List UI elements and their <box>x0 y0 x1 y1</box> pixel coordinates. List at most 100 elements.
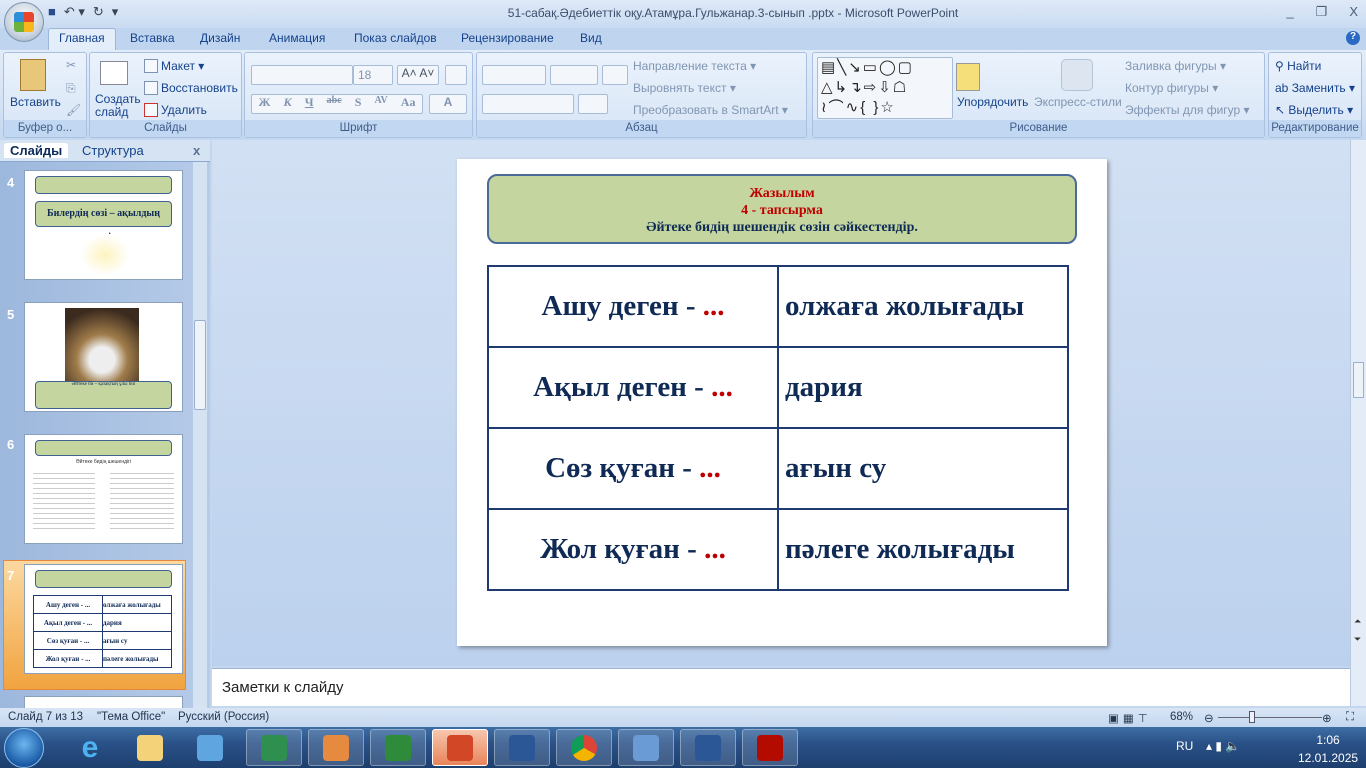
font-name-select[interactable] <box>251 65 353 85</box>
paste-button[interactable]: Вставить <box>10 95 61 109</box>
scroll-thumb[interactable] <box>194 320 206 410</box>
portrait-image <box>65 308 139 382</box>
table-cell-right[interactable]: дария <box>777 346 1069 429</box>
line-spacing-button[interactable] <box>602 65 628 85</box>
layout-button[interactable]: Макет ▾ <box>144 59 204 73</box>
table-cell-left[interactable]: Ашу деген - ... <box>487 265 779 348</box>
table-cell-left[interactable]: Жол қуған - ... <box>487 508 779 591</box>
bold-button[interactable]: Ж <box>259 95 271 113</box>
office-button[interactable] <box>4 2 44 42</box>
strike-button[interactable]: abc <box>327 95 342 113</box>
slides-pane-scrollbar[interactable] <box>193 162 207 708</box>
app-icon[interactable] <box>308 729 364 766</box>
new-slide-button[interactable]: Создать слайд <box>95 93 143 119</box>
table-cell-right[interactable]: олжаға жолығады <box>777 265 1069 348</box>
next-slide-button[interactable]: ⏷ <box>1354 634 1361 645</box>
tab-design[interactable]: Дизайн <box>200 31 240 45</box>
tab-slideshow[interactable]: Показ слайдов <box>354 31 437 45</box>
format-painter-icon[interactable]: 🖌 <box>66 103 81 117</box>
powerpoint-icon[interactable] <box>432 729 488 766</box>
zoom-slider[interactable] <box>1218 717 1322 718</box>
acrobat-icon[interactable] <box>742 729 798 766</box>
help-button[interactable]: ? <box>1346 31 1360 45</box>
zoom-slider-thumb[interactable] <box>1249 711 1255 723</box>
replace-button[interactable]: ab Заменить ▾ <box>1275 81 1355 95</box>
slide-thumb-6[interactable]: Әйтеке бидің шешендігі <box>24 434 183 544</box>
tab-review[interactable]: Рецензирование <box>461 31 554 45</box>
table-cell-right[interactable]: пәлеге жолығады <box>777 508 1069 591</box>
clock[interactable]: 1:06 12.01.2025 <box>1298 733 1358 765</box>
minimize-button[interactable]: _ <box>1286 4 1293 20</box>
zoom-out-button[interactable]: ⊖ <box>1204 711 1214 725</box>
tab-outline[interactable]: Структура <box>82 143 144 158</box>
shadow-button[interactable]: S <box>355 95 362 113</box>
close-pane-button[interactable]: x <box>193 143 200 158</box>
ie-icon[interactable]: e <box>62 729 118 766</box>
word-doc-icon[interactable] <box>494 729 550 766</box>
excel-icon[interactable] <box>370 729 426 766</box>
tray-icons[interactable]: ▴ ▮ 🔈 <box>1206 739 1240 753</box>
align-text-button[interactable]: Выровнять текст ▾ <box>633 81 736 95</box>
prev-slide-button[interactable]: ⏶ <box>1354 616 1361 627</box>
fit-window-button[interactable]: ⛶ <box>1346 711 1354 724</box>
indent-buttons[interactable] <box>550 65 598 85</box>
scroll-thumb[interactable] <box>1353 362 1364 398</box>
columns-button[interactable] <box>578 94 608 114</box>
task-header-box[interactable]: Жазылым 4 - тапсырма Әйтеке бидің шешенд… <box>487 174 1077 244</box>
hp-icon[interactable] <box>246 729 302 766</box>
quick-styles-button[interactable]: Экспресс-стили <box>1034 95 1122 109</box>
underline-button[interactable]: Ч <box>305 95 314 113</box>
delete-slide-button[interactable]: Удалить <box>144 103 207 117</box>
case-button[interactable]: Aa <box>401 95 416 113</box>
table-cell-left[interactable]: Ақыл деген - ... <box>487 346 779 429</box>
word-icon[interactable] <box>680 729 736 766</box>
shape-outline-button[interactable]: Контур фигуры ▾ <box>1125 81 1218 95</box>
font-color-button[interactable]: A <box>429 94 467 114</box>
tab-slides[interactable]: Слайды <box>4 143 69 158</box>
close-button[interactable]: X <box>1349 4 1358 20</box>
start-button[interactable] <box>4 728 44 768</box>
align-buttons[interactable] <box>482 94 574 114</box>
smartart-button[interactable]: Преобразовать в SmartArt ▾ <box>633 103 788 117</box>
tab-insert[interactable]: Вставка <box>130 31 175 45</box>
notes-pane[interactable]: Заметки к слайду <box>212 668 1350 706</box>
copy-icon[interactable]: ⎘ <box>66 81 76 96</box>
slide-thumb-7[interactable]: Ашу деген - ... олжаға жолығады Ақыл деге… <box>24 564 183 674</box>
zoom-in-button[interactable]: ⊕ <box>1322 711 1332 725</box>
restore-button[interactable]: ❐ <box>1316 4 1328 20</box>
zoom-level[interactable]: 68% <box>1170 711 1193 723</box>
media-player-icon[interactable] <box>182 729 238 766</box>
slide-scrollbar[interactable]: ⏶ ⏷ <box>1350 140 1366 706</box>
slide-canvas[interactable]: Жазылым 4 - тапсырма Әйтеке бидің шешенд… <box>457 159 1107 646</box>
find-button[interactable]: ⚲ Найти <box>1275 59 1321 73</box>
clear-format-button[interactable] <box>445 65 467 85</box>
spacing-button[interactable]: AV <box>375 95 388 113</box>
font-grow-shrink[interactable]: A˄ A˅ <box>397 65 439 85</box>
list-buttons[interactable] <box>482 65 546 85</box>
font-size-select[interactable]: 18 <box>353 65 393 85</box>
shape-fill-button[interactable]: Заливка фигуры ▾ <box>1125 59 1226 73</box>
table-cell-left[interactable]: Сөз қуған - ... <box>487 427 779 510</box>
view-buttons[interactable]: ▣▦⊤ <box>1108 711 1152 725</box>
slide-thumb-4[interactable]: Билердің сөзі – ақылдың көзі. <box>24 170 183 280</box>
tab-view[interactable]: Вид <box>580 31 602 45</box>
matching-table[interactable]: Ашу деген - ... олжаға жолығады Ақыл деге… <box>487 265 1069 591</box>
reset-button[interactable]: Восстановить <box>144 81 238 95</box>
chrome-icon[interactable] <box>556 729 612 766</box>
shapes-gallery[interactable]: ▤╲↘▭◯▢ △↳↴⇨⇩☖ ≀⌒∿{ }☆ <box>817 57 953 119</box>
tab-animation[interactable]: Анимация <box>269 31 325 45</box>
select-button[interactable]: ↖ Выделить ▾ <box>1275 103 1353 117</box>
slide-thumb-5[interactable]: Әйтеке би – қазақтың ұлы биі <box>24 302 183 412</box>
input-language[interactable]: RU <box>1176 739 1193 753</box>
arrange-button[interactable]: Упорядочить <box>957 95 1028 109</box>
text-direction-button[interactable]: Направление текста ▾ <box>633 59 756 73</box>
language[interactable]: Русский (Россия) <box>178 711 269 723</box>
italic-button[interactable]: К <box>284 95 292 113</box>
explorer-icon[interactable] <box>122 729 178 766</box>
keyboard-icon[interactable] <box>618 729 674 766</box>
table-cell-right[interactable]: ағын су <box>777 427 1069 510</box>
shape-effects-button[interactable]: Эффекты для фигур ▾ <box>1125 103 1250 117</box>
cut-icon[interactable]: ✂ <box>66 58 76 72</box>
ribbon: Вставить ✂ ⎘ 🖌 Буфер о... Создать слайд … <box>0 50 1366 140</box>
tab-home[interactable]: Главная <box>48 28 116 50</box>
